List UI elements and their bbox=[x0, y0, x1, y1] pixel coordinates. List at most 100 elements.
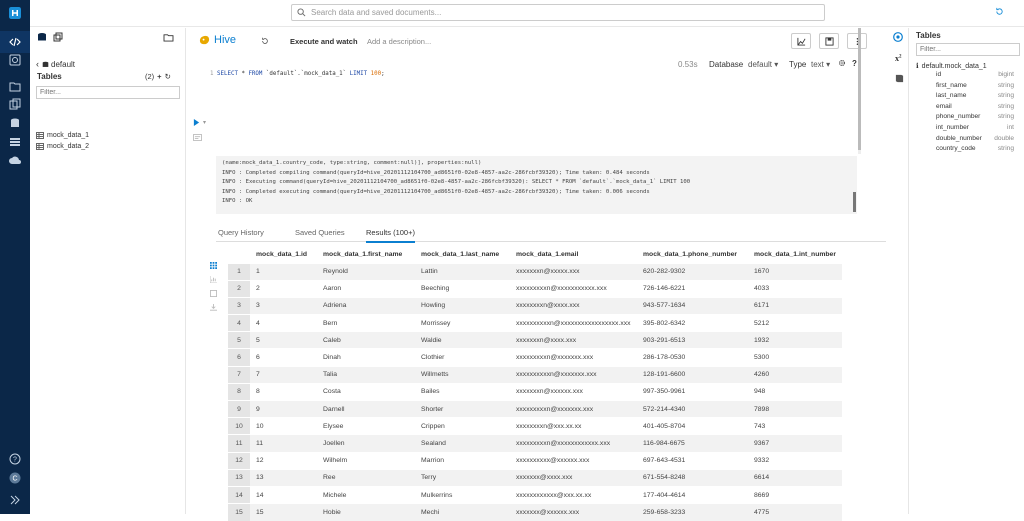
table-row[interactable]: 7 7 Talia Willmetts xxxxxxxxxxn@xxxxxxx.xxx 1… bbox=[228, 365, 842, 384]
table-row[interactable]: 4 4 Bern Morrissey xxxxxxxxxxn@xxxxxxxxxxxxx… bbox=[228, 314, 842, 332]
column-item[interactable]: phone_number string bbox=[916, 113, 1024, 124]
download-icon[interactable] bbox=[210, 304, 217, 313]
table-cell: 572-214-4340 bbox=[637, 399, 748, 418]
settings-icon[interactable] bbox=[838, 59, 846, 69]
column-header[interactable]: mock_data_1.id bbox=[250, 247, 317, 263]
column-item[interactable]: first_name string bbox=[916, 82, 1024, 93]
table-cell: 7898 bbox=[748, 399, 842, 418]
dashboard-nav-icon[interactable] bbox=[7, 52, 23, 68]
table-cell: 128-191-6600 bbox=[637, 365, 748, 384]
table-cell: 14 bbox=[250, 485, 317, 504]
editor-scrollbar-thumb[interactable] bbox=[858, 28, 861, 150]
run-options-caret-icon[interactable]: ▾ bbox=[203, 119, 206, 126]
chart-view-icon[interactable] bbox=[209, 276, 217, 285]
column-item[interactable]: int_number int bbox=[916, 124, 1024, 135]
svg-text:?: ? bbox=[13, 457, 17, 464]
table-row[interactable]: 12 12 Wilhelm Marrion xxxxxxxxxx@xxxxxx.xxx 6… bbox=[228, 451, 842, 470]
expand-results-icon[interactable] bbox=[210, 290, 217, 299]
column-item[interactable]: email string bbox=[916, 103, 1024, 114]
global-search[interactable]: Search data and saved documents... bbox=[291, 4, 825, 21]
table-row[interactable]: 3 3 Adriena Howling xxxxxxxxn@xxxx.xxx 943-57… bbox=[228, 296, 842, 315]
snippet-icon[interactable] bbox=[193, 134, 202, 143]
documents-icon[interactable] bbox=[53, 32, 63, 44]
column-name: first_name bbox=[936, 81, 967, 89]
save-button[interactable] bbox=[819, 33, 839, 49]
table-row[interactable]: 14 14 Michele Mulkerrins xxxxxxxxxxxx@xxx.xx… bbox=[228, 485, 842, 504]
table-cell: 9332 bbox=[748, 451, 842, 470]
undo-icon[interactable] bbox=[261, 37, 269, 47]
column-item[interactable]: last_name string bbox=[916, 92, 1024, 103]
run-icon[interactable] bbox=[193, 119, 200, 128]
info-icon[interactable]: ℹ bbox=[916, 62, 919, 70]
svg-text:C: C bbox=[12, 476, 17, 483]
table-row[interactable]: 9 9 Darnell Shorter xxxxxxxxxn@xxxxxxx.xxx 57… bbox=[228, 399, 842, 418]
column-header[interactable]: mock_data_1.phone_number bbox=[637, 247, 748, 263]
sql-text: ; bbox=[381, 71, 385, 77]
table-row[interactable]: 8 8 Costa Bailes xxxxxxxn@xxxxxx.xxx 997-350-… bbox=[228, 382, 842, 401]
table-item[interactable]: mock_data_2 bbox=[36, 141, 89, 152]
expand-nav-icon[interactable] bbox=[7, 492, 23, 508]
book-icon[interactable] bbox=[895, 74, 904, 85]
table-cell: Shorter bbox=[415, 399, 510, 418]
selected-table[interactable]: ℹ default.mock_data_1 bbox=[916, 61, 1024, 71]
type-select[interactable]: text ▾ bbox=[811, 60, 830, 69]
table-cell: 5 bbox=[250, 331, 317, 349]
table-row[interactable]: 2 2 Aaron Beeching xxxxxxxxxn@xxxxxxxxxxx.xx… bbox=[228, 279, 842, 298]
editor-nav-icon[interactable] bbox=[0, 31, 30, 53]
column-item[interactable]: double_number double bbox=[916, 135, 1024, 146]
table-item[interactable]: mock_data_1 bbox=[36, 130, 89, 141]
table-cell: 9 bbox=[250, 399, 317, 418]
column-item[interactable]: country_code string bbox=[916, 145, 1024, 156]
help-icon[interactable]: ? bbox=[7, 451, 23, 467]
refresh-icon[interactable]: ↻ bbox=[165, 72, 171, 81]
table-cell: 401-405-8704 bbox=[637, 417, 748, 435]
db-breadcrumb[interactable]: ‹ default bbox=[36, 59, 75, 69]
more-menu-button[interactable] bbox=[847, 33, 867, 49]
tables-filter-input[interactable] bbox=[36, 86, 180, 99]
column-header[interactable]: mock_data_1.last_name bbox=[415, 247, 510, 263]
right-filter-input[interactable] bbox=[916, 43, 1020, 56]
execute-watch-button[interactable]: Execute and watch bbox=[290, 37, 358, 46]
table-row[interactable]: 15 15 Hobie Mechi xxxxxxx@xxxxxx.xxx 259-658-… bbox=[228, 503, 842, 521]
assist-right-icon[interactable] bbox=[893, 32, 903, 44]
database-select[interactable]: default ▾ bbox=[748, 60, 778, 69]
grid-view-icon[interactable] bbox=[210, 262, 217, 271]
table-cell: Michele bbox=[317, 485, 415, 504]
column-type: bigint bbox=[998, 71, 1014, 78]
files-nav-icon[interactable] bbox=[7, 78, 23, 94]
table-row[interactable]: 1 1 Reynold Lattin xxxxxxxn@xxxxx.xxx 620-282… bbox=[228, 262, 842, 281]
log-scrollbar-thumb[interactable] bbox=[853, 192, 856, 212]
row-number: 3 bbox=[228, 296, 250, 315]
table-row[interactable]: 11 11 Joellen Sealand xxxxxxxxxn@xxxxxxxxxxx… bbox=[228, 434, 842, 453]
chart-button[interactable] bbox=[791, 33, 811, 49]
column-item[interactable]: id bigint bbox=[916, 71, 1024, 82]
table-cell: 943-577-1634 bbox=[637, 296, 748, 315]
help-button[interactable]: ? bbox=[852, 59, 857, 68]
hue-logo-icon[interactable] bbox=[7, 5, 23, 21]
database-nav-icon[interactable] bbox=[7, 115, 23, 131]
tab-saved-queries[interactable]: Saved Queries bbox=[295, 228, 345, 241]
editor-area: Hive Execute and watch Add a description… bbox=[186, 28, 886, 521]
history-icon[interactable] bbox=[995, 7, 1004, 18]
folder-icon[interactable] bbox=[163, 33, 174, 44]
description-field[interactable]: Add a description... bbox=[367, 37, 431, 46]
column-name: int_number bbox=[936, 123, 969, 131]
row-number: 7 bbox=[228, 365, 250, 384]
table-row[interactable]: 6 6 Dinah Clothier xxxxxxxxxn@xxxxxxx.xxx 286… bbox=[228, 348, 842, 367]
table-row[interactable]: 13 13 Ree Terry xxxxxxx@xxxx.xxx 671-554-8248… bbox=[228, 468, 842, 487]
user-avatar-icon[interactable]: C bbox=[7, 470, 23, 486]
table-row[interactable]: 10 10 Elysee Crippen xxxxxxxxn@xxx.xx.xx 401-… bbox=[228, 417, 842, 435]
tables-nav-icon[interactable] bbox=[7, 134, 23, 150]
upload-nav-icon[interactable] bbox=[7, 152, 23, 168]
tab-query-history[interactable]: Query History bbox=[218, 228, 264, 241]
column-header[interactable]: mock_data_1.first_name bbox=[317, 247, 415, 263]
column-header[interactable]: mock_data_1.email bbox=[510, 247, 637, 263]
table-row[interactable]: 5 5 Caleb Waldie xxxxxxxn@xxxx.xxx 903-291-65… bbox=[228, 331, 842, 349]
column-header[interactable]: mock_data_1.int_number bbox=[748, 247, 842, 263]
column-type: string bbox=[997, 92, 1014, 100]
add-table-icon[interactable]: + bbox=[157, 72, 161, 81]
documents-nav-icon[interactable] bbox=[7, 96, 23, 112]
functions-icon[interactable]: x2 bbox=[895, 54, 902, 63]
tab-results[interactable]: Results (100+) bbox=[366, 228, 415, 243]
query-editor[interactable]: SELECT * FROM `default`.`mock_data_1` LI… bbox=[217, 71, 385, 77]
